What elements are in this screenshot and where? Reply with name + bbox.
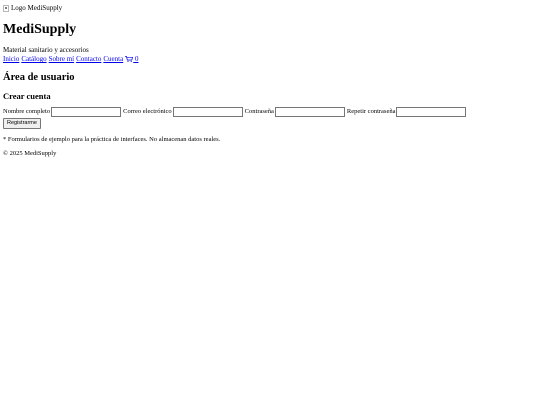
repeat-password-label: Repetir contraseña — [346, 108, 396, 116]
nav-link-cuenta[interactable]: Cuenta — [103, 55, 123, 63]
email-label: Correo electrónico — [123, 108, 172, 116]
full-name-input[interactable] — [51, 106, 122, 117]
nav-link-contacto[interactable]: Contacto — [76, 55, 101, 63]
password-label: Contraseña — [244, 108, 274, 116]
main-content: Área de usuario Crear cuenta Nombre comp… — [3, 72, 537, 143]
logo: Logo MediSupply — [3, 4, 537, 13]
register-form: Nombre completo Correo electrónico Contr… — [3, 106, 537, 129]
cart-link[interactable]: 0 — [125, 55, 138, 63]
full-name-label: Nombre completo — [3, 108, 51, 116]
page: Logo MediSupply MediSupply Material sani… — [0, 0, 540, 158]
site-header: Logo MediSupply MediSupply Material sani… — [3, 4, 537, 63]
copyright-text: © 2025 MediSupply — [3, 150, 57, 158]
nav-link-sobre-mi[interactable]: Sobre mí — [49, 55, 74, 63]
disclaimer-note: * Formularios de ejemplo para la práctic… — [3, 135, 221, 143]
logo-alt-text: Logo MediSupply — [11, 4, 63, 13]
nav-link-inicio[interactable]: Inicio — [3, 55, 19, 63]
password-input[interactable] — [274, 106, 345, 117]
form-title: Crear cuenta — [3, 90, 51, 101]
repeat-password-input[interactable] — [396, 106, 467, 117]
register-button[interactable]: Registrarme — [3, 117, 41, 129]
nav-link-catalogo[interactable]: Catálogo — [21, 55, 46, 63]
cart-count: 0 — [134, 55, 139, 64]
site-tagline: Material sanitario y accesorios — [3, 46, 89, 54]
main-nav: Inicio Catálogo Sobre mí Contacto Cuenta 0 — [3, 55, 537, 63]
form-fields: Nombre completo Correo electrónico Contr… — [3, 106, 537, 117]
broken-image-icon — [3, 5, 9, 12]
email-input[interactable] — [172, 106, 243, 117]
section-title: Área de usuario — [3, 72, 75, 84]
site-title: MediSupply — [3, 22, 77, 37]
cart-icon — [125, 56, 134, 62]
site-footer: © 2025 MediSupply — [3, 150, 537, 157]
